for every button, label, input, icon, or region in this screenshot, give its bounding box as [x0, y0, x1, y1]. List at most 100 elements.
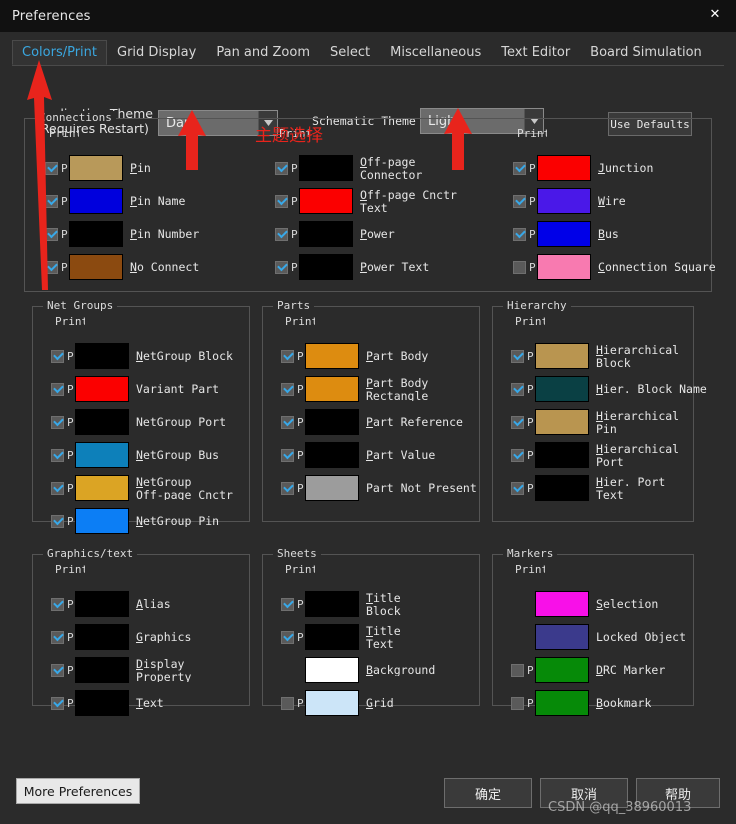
color-swatch[interactable] — [535, 442, 589, 468]
color-swatch[interactable] — [535, 409, 589, 435]
print-checkbox[interactable] — [281, 631, 294, 644]
color-swatch[interactable] — [305, 343, 359, 369]
print-label-clipped: P — [527, 416, 534, 429]
cancel-button[interactable]: 取消 — [540, 778, 628, 808]
print-checkbox[interactable] — [513, 162, 526, 175]
print-checkbox[interactable] — [51, 482, 64, 495]
color-swatch[interactable] — [537, 254, 591, 280]
color-swatch[interactable] — [535, 376, 589, 402]
color-swatch[interactable] — [75, 690, 129, 716]
print-checkbox[interactable] — [51, 697, 64, 710]
print-checkbox[interactable] — [45, 261, 58, 274]
color-swatch[interactable] — [75, 376, 129, 402]
print-checkbox[interactable] — [281, 449, 294, 462]
print-checkbox[interactable] — [51, 350, 64, 363]
print-checkbox[interactable] — [511, 664, 524, 677]
print-checkbox[interactable] — [51, 449, 64, 462]
print-checkbox[interactable] — [281, 482, 294, 495]
color-swatch[interactable] — [305, 442, 359, 468]
color-swatch[interactable] — [537, 188, 591, 214]
print-checkbox[interactable] — [281, 350, 294, 363]
print-checkbox[interactable] — [281, 697, 294, 710]
print-checkbox[interactable] — [511, 383, 524, 396]
color-swatch[interactable] — [75, 508, 129, 534]
print-checkbox[interactable] — [281, 416, 294, 429]
more-preferences-button[interactable]: More Preferences — [16, 778, 140, 804]
color-swatch[interactable] — [305, 624, 359, 650]
tab-grid-display[interactable]: Grid Display — [107, 40, 206, 65]
print-checkbox[interactable] — [275, 228, 288, 241]
color-row: PGraphics — [51, 622, 261, 652]
color-swatch[interactable] — [299, 155, 353, 181]
color-swatch[interactable] — [69, 221, 123, 247]
color-swatch[interactable] — [537, 221, 591, 247]
color-row: POff-page CnctrText — [275, 186, 505, 216]
color-swatch[interactable] — [69, 188, 123, 214]
color-swatch[interactable] — [535, 343, 589, 369]
color-swatch[interactable] — [75, 624, 129, 650]
tab-text-editor[interactable]: Text Editor — [491, 40, 580, 65]
color-swatch[interactable] — [299, 188, 353, 214]
tab-miscellaneous[interactable]: Miscellaneous — [380, 40, 491, 65]
print-checkbox[interactable] — [513, 195, 526, 208]
color-swatch[interactable] — [75, 657, 129, 683]
print-checkbox[interactable] — [511, 482, 524, 495]
print-checkbox[interactable] — [45, 228, 58, 241]
color-swatch[interactable] — [305, 591, 359, 617]
print-checkbox[interactable] — [51, 383, 64, 396]
color-swatch[interactable] — [305, 409, 359, 435]
tab-board-simulation[interactable]: Board Simulation — [580, 40, 712, 65]
color-swatch[interactable] — [69, 254, 123, 280]
color-swatch[interactable] — [305, 376, 359, 402]
color-swatch[interactable] — [75, 442, 129, 468]
print-checkbox[interactable] — [513, 228, 526, 241]
color-swatch[interactable] — [75, 343, 129, 369]
print-label-clipped: P — [61, 195, 68, 208]
ok-button[interactable]: 确定 — [444, 778, 532, 808]
print-checkbox[interactable] — [51, 598, 64, 611]
color-swatch[interactable] — [535, 624, 589, 650]
print-checkbox[interactable] — [511, 350, 524, 363]
print-checkbox[interactable] — [51, 515, 64, 528]
print-checkbox[interactable] — [275, 261, 288, 274]
color-swatch[interactable] — [69, 155, 123, 181]
print-checkbox[interactable] — [281, 383, 294, 396]
print-checkbox[interactable] — [511, 697, 524, 710]
print-checkbox[interactable] — [51, 631, 64, 644]
color-swatch[interactable] — [535, 657, 589, 683]
color-swatch[interactable] — [535, 591, 589, 617]
print-checkbox[interactable] — [51, 416, 64, 429]
color-swatch[interactable] — [305, 475, 359, 501]
print-checkbox[interactable] — [275, 195, 288, 208]
theme-settings-row: Application Theme (Requires Restart) Dar… — [24, 76, 724, 122]
close-icon[interactable]: ✕ — [704, 3, 726, 25]
print-label-clipped: P — [67, 515, 74, 528]
print-label-clipped: P — [529, 228, 536, 241]
color-swatch[interactable] — [535, 690, 589, 716]
print-checkbox[interactable] — [45, 162, 58, 175]
color-swatch[interactable] — [305, 657, 359, 683]
print-checkbox[interactable] — [275, 162, 288, 175]
tab-colors-print[interactable]: Colors/Print — [12, 40, 107, 65]
tab-bar: Colors/PrintGrid DisplayPan and ZoomSele… — [12, 40, 724, 66]
print-checkbox[interactable] — [511, 416, 524, 429]
color-swatch[interactable] — [75, 409, 129, 435]
print-checkbox[interactable] — [511, 449, 524, 462]
color-row: PVariant Part — [51, 374, 261, 404]
print-checkbox[interactable] — [513, 261, 526, 274]
tab-select[interactable]: Select — [320, 40, 380, 65]
help-button[interactable]: 帮助 — [636, 778, 720, 808]
color-swatch[interactable] — [305, 690, 359, 716]
color-row: PText — [51, 688, 261, 718]
color-swatch[interactable] — [299, 254, 353, 280]
print-checkbox[interactable] — [281, 598, 294, 611]
color-swatch[interactable] — [537, 155, 591, 181]
print-checkbox[interactable] — [51, 664, 64, 677]
color-swatch[interactable] — [75, 591, 129, 617]
color-swatch[interactable] — [75, 475, 129, 501]
tab-pan-and-zoom[interactable]: Pan and Zoom — [206, 40, 320, 65]
print-checkbox — [511, 598, 524, 611]
color-swatch[interactable] — [299, 221, 353, 247]
color-swatch[interactable] — [535, 475, 589, 501]
print-checkbox[interactable] — [45, 195, 58, 208]
